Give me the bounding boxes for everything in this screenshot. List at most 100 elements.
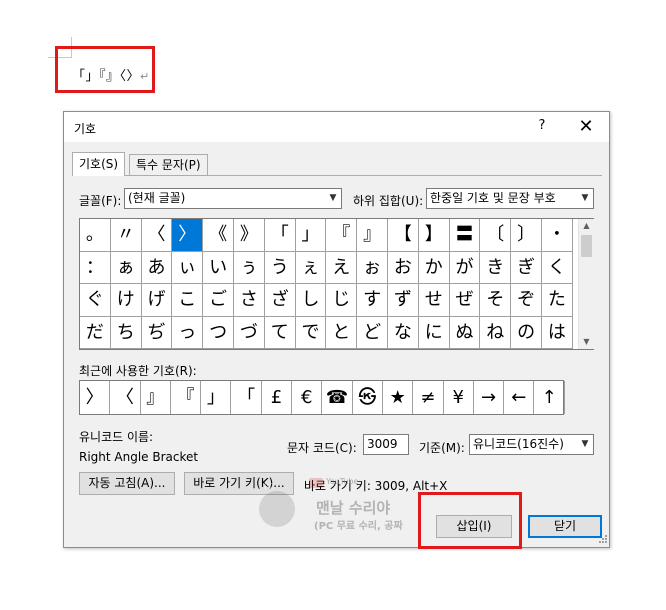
char-code-input[interactable]: 3009 <box>363 434 409 455</box>
recent-symbol-cell[interactable]: ↑ <box>535 381 565 414</box>
symbol-cell[interactable]: ね <box>480 316 512 349</box>
subset-select[interactable]: 한중일 기호 및 문장 부호 ▼ <box>426 188 594 209</box>
symbol-cell[interactable]: だ <box>80 316 111 349</box>
symbol-cell[interactable]: た <box>542 284 573 317</box>
recent-symbol-cell[interactable]: ★ <box>383 381 414 414</box>
symbol-cell[interactable]: 〉 <box>172 219 204 252</box>
symbol-cell[interactable]: て <box>264 316 296 349</box>
symbol-cell[interactable]: ぜ <box>449 284 481 317</box>
symbol-cell[interactable]: す <box>357 284 388 317</box>
recent-symbol-cell[interactable]: 」 <box>201 381 232 414</box>
symbol-cell[interactable]: く <box>542 251 573 284</box>
symbol-cell[interactable]: ぎ <box>511 251 542 284</box>
symbol-cell[interactable]: ： <box>80 251 111 284</box>
symbol-grid-scrollbar[interactable]: ▲ ▼ <box>578 219 594 349</box>
symbol-cell[interactable]: げ <box>141 284 173 317</box>
help-button[interactable]: ? <box>534 118 550 136</box>
recent-symbol-cell[interactable]: 〉 <box>80 381 111 414</box>
recent-symbol-cell[interactable]: ¥ <box>444 381 474 414</box>
symbol-cell[interactable]: ど <box>357 316 388 349</box>
symbol-cell[interactable]: 」 <box>295 219 327 252</box>
symbol-cell[interactable]: ぢ <box>141 316 173 349</box>
scroll-up-icon[interactable]: ▲ <box>579 219 594 233</box>
scroll-down-icon[interactable]: ▼ <box>579 335 594 349</box>
symbol-cell[interactable]: い <box>203 251 234 284</box>
autocorrect-button[interactable]: 자동 고침(A)... <box>79 472 175 495</box>
symbol-cell[interactable]: じ <box>326 284 358 317</box>
close-icon[interactable]: ✕ <box>572 115 600 139</box>
symbol-cell[interactable]: ぁ <box>110 251 142 284</box>
symbol-cell[interactable]: ・ <box>542 219 573 252</box>
symbol-cell[interactable]: ざ <box>264 284 296 317</box>
symbol-cell[interactable]: そ <box>480 284 512 317</box>
recent-symbol-cell[interactable]: 〈 <box>110 381 141 414</box>
symbol-cell[interactable]: 。 <box>80 219 111 252</box>
symbol-cell[interactable]: 「 <box>264 219 296 252</box>
symbol-cell[interactable]: に <box>418 316 450 349</box>
tab-symbols[interactable]: 기호(S) <box>72 152 126 176</box>
recent-symbol-cell[interactable]: ← <box>504 381 535 414</box>
chevron-down-icon[interactable]: ▼ <box>324 189 341 208</box>
symbol-cell[interactable]: か <box>418 251 450 284</box>
symbol-cell[interactable]: は <box>542 316 573 349</box>
symbol-cell[interactable]: ぬ <box>449 316 481 349</box>
resize-grip-icon[interactable] <box>594 532 608 546</box>
symbol-cell[interactable]: ぇ <box>295 251 327 284</box>
shortcut-key-button[interactable]: 바로 가기 키(K)... <box>184 472 294 495</box>
symbol-cell[interactable]: き <box>480 251 512 284</box>
symbol-cell[interactable]: ぅ <box>234 251 265 284</box>
symbol-cell[interactable]: づ <box>234 316 265 349</box>
symbol-cell[interactable]: ぉ <box>357 251 388 284</box>
symbol-cell[interactable]: っ <box>172 316 204 349</box>
recent-symbol-cell[interactable]: 』 <box>141 381 171 414</box>
symbol-cell[interactable]: 〔 <box>480 219 512 252</box>
symbol-cell[interactable]: し <box>295 284 327 317</box>
symbol-cell[interactable]: 《 <box>203 219 234 252</box>
symbol-cell[interactable]: せ <box>418 284 450 317</box>
symbol-cell[interactable]: が <box>449 251 481 284</box>
recent-symbols-row[interactable]: 〉〈』『」「£ € ☎ ㉿ ★ ≠ ¥ → ← ↑ <box>79 380 565 415</box>
symbol-cell[interactable]: で <box>295 316 327 349</box>
symbol-cell[interactable]: 〈 <box>141 219 173 252</box>
recent-symbol-cell[interactable]: ㉿ <box>353 381 383 414</box>
symbol-cell[interactable]: ぐ <box>80 284 111 317</box>
symbol-cell[interactable]: 〕 <box>511 219 542 252</box>
symbol-cell[interactable]: ず <box>388 284 419 317</box>
chevron-down-icon[interactable]: ▼ <box>576 435 593 454</box>
symbol-cell[interactable]: あ <box>141 251 173 284</box>
symbol-cell[interactable]: 》 <box>234 219 265 252</box>
symbol-cell[interactable]: こ <box>172 284 204 317</box>
tab-special-characters[interactable]: 특수 문자(P) <box>129 154 208 176</box>
recent-symbol-cell[interactable]: 「 <box>232 381 262 414</box>
recent-symbol-cell[interactable]: → <box>474 381 505 414</box>
symbol-cell[interactable]: 】 <box>418 219 450 252</box>
symbol-cell[interactable]: さ <box>234 284 265 317</box>
symbol-cell[interactable]: 〃 <box>110 219 142 252</box>
recent-symbol-cell[interactable]: 『 <box>171 381 202 414</box>
scroll-thumb[interactable] <box>581 235 592 257</box>
symbol-cell[interactable]: の <box>511 316 542 349</box>
symbol-cell[interactable]: 〓 <box>449 219 481 252</box>
symbol-cell[interactable]: つ <box>203 316 234 349</box>
symbol-cell[interactable]: お <box>388 251 419 284</box>
symbol-cell[interactable]: 『 <box>326 219 358 252</box>
symbol-cell[interactable]: え <box>326 251 358 284</box>
symbol-cell[interactable]: ぃ <box>172 251 204 284</box>
symbol-cell[interactable]: 』 <box>357 219 388 252</box>
recent-symbol-cell[interactable]: ≠ <box>413 381 444 414</box>
recent-symbol-cell[interactable]: ☎ <box>322 381 353 414</box>
symbol-cell[interactable]: な <box>388 316 419 349</box>
recent-symbol-cell[interactable]: € <box>292 381 323 414</box>
symbol-cell[interactable]: と <box>326 316 358 349</box>
symbol-cell[interactable]: う <box>264 251 296 284</box>
symbol-cell[interactable]: ご <box>203 284 234 317</box>
symbol-cell[interactable]: け <box>110 284 142 317</box>
symbol-grid[interactable]: 。〃〈〉《》「」『』【】〓〔〕・ ：ぁあぃいぅうぇえぉおかがきぎくぐけげこごさざし… <box>79 218 594 350</box>
symbol-cell[interactable]: ち <box>110 316 142 349</box>
recent-symbol-cell[interactable]: £ <box>262 381 293 414</box>
symbol-cell[interactable]: 【 <box>388 219 419 252</box>
basis-select[interactable]: 유니코드(16진수) ▼ <box>469 434 594 455</box>
font-select[interactable]: (현재 글꼴) ▼ <box>124 188 342 209</box>
symbol-cell[interactable]: ぞ <box>511 284 542 317</box>
close-button[interactable]: 닫기 <box>528 515 602 538</box>
